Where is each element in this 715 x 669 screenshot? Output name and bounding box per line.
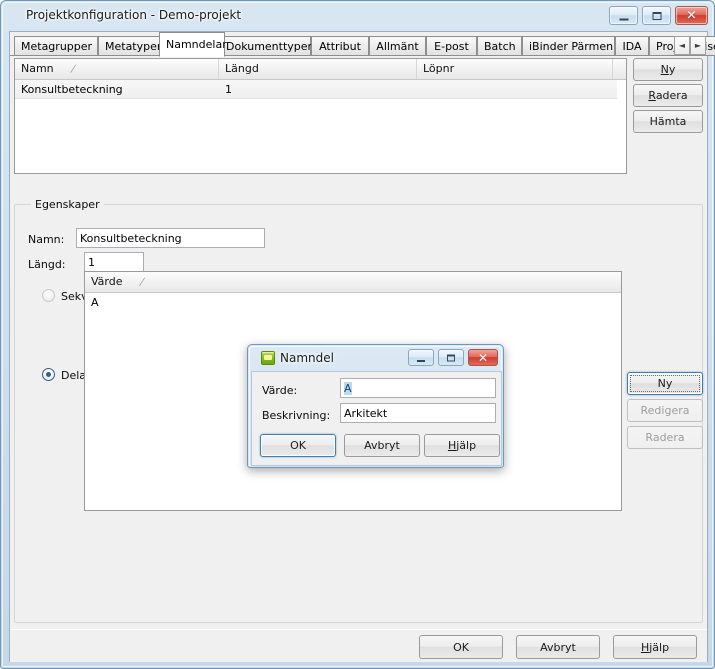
tab-namndelar[interactable]: Namndelar xyxy=(159,32,227,57)
dialog-varde-input[interactable]: A xyxy=(340,378,496,398)
maximize-button[interactable] xyxy=(642,6,671,25)
radera-button[interactable]: Radera xyxy=(633,84,703,107)
list-header: Namn / Längd Löpnr xyxy=(15,59,626,80)
ny-accel: N xyxy=(660,63,669,76)
tab-label: Batch xyxy=(484,40,516,53)
tab-ida[interactable]: IDA xyxy=(615,36,649,56)
close-button[interactable]: ✕ xyxy=(675,6,708,25)
chevron-left-icon: ◄ xyxy=(678,40,686,50)
delar-ny-button[interactable]: Ny xyxy=(627,372,703,395)
tab-label: Attribut xyxy=(319,40,361,53)
delar-radio[interactable] xyxy=(42,368,55,381)
column-label: Värde xyxy=(91,275,123,288)
namndel-icon xyxy=(261,351,275,365)
namn-label: Namn: xyxy=(28,233,65,246)
ny-rest: y xyxy=(668,63,676,76)
column-header-lopnr[interactable]: Löpnr xyxy=(417,59,613,79)
tab-label: Metatyper xyxy=(105,40,162,53)
tab-scroll-left-button[interactable]: ◄ xyxy=(674,36,690,55)
column-header-filler xyxy=(613,59,626,79)
tab-label: IDA xyxy=(622,40,642,53)
tab-metatyper[interactable]: Metatyper xyxy=(98,36,167,56)
tab-label: Namndelar xyxy=(166,38,227,51)
hjalp-accel: H xyxy=(640,641,650,654)
tab-scroll-right-button[interactable]: ► xyxy=(690,36,706,55)
table-row[interactable]: A xyxy=(85,293,621,312)
cell-varde: A xyxy=(91,296,99,309)
cell-lopnr xyxy=(417,80,613,99)
dialog-close-button[interactable]: ✕ xyxy=(468,349,498,366)
delar-radera-button: Radera xyxy=(627,426,703,449)
table-row[interactable]: Konsultbeteckning 1 xyxy=(15,80,617,99)
chevron-right-icon: ► xyxy=(694,40,702,50)
ok-button[interactable]: OK xyxy=(419,635,503,659)
cell-namn: Konsultbeteckning xyxy=(21,83,123,96)
cell-langd: 1 xyxy=(225,83,232,96)
tab-label: E-post xyxy=(434,40,469,53)
window-title: Projektkonfiguration - Demo-projekt xyxy=(26,8,242,22)
delar-redigera-button: Redigera xyxy=(627,399,703,422)
minimize-icon xyxy=(417,359,425,362)
tab-epost[interactable]: E-post xyxy=(426,36,477,56)
dialog-client-area: Värde: A Beskrivning: Arkitekt OK Avbryt… xyxy=(251,371,502,466)
sort-indicator-icon: / xyxy=(69,64,77,75)
dialog-minimize-button[interactable] xyxy=(408,349,434,366)
column-header-varde[interactable]: Värde / xyxy=(85,272,621,292)
bottom-button-bar: OK Avbryt Hjälp xyxy=(10,630,707,662)
tab-label: Metagrupper xyxy=(21,40,93,53)
avbryt-button[interactable]: Avbryt xyxy=(516,635,600,659)
hjalp-rest: jälp xyxy=(649,641,670,654)
minimize-icon xyxy=(619,17,628,20)
namndel-dialog: Namndel ✕ Värde: A Beskrivning: Arkitekt… xyxy=(247,344,504,468)
tab-label: Allmänt xyxy=(376,40,419,53)
dialog-hjalp-rest: jälp xyxy=(456,439,477,452)
minimize-button[interactable] xyxy=(609,6,638,25)
close-icon: ✕ xyxy=(686,8,697,23)
maximize-icon xyxy=(447,354,455,361)
column-label: Namn xyxy=(21,62,54,75)
namn-input[interactable]: Konsultbeteckning xyxy=(76,228,265,248)
dialog-title: Namndel xyxy=(280,351,334,365)
dialog-ok-label: OK xyxy=(290,439,306,452)
close-icon: ✕ xyxy=(477,350,489,365)
column-label: Längd xyxy=(225,62,259,75)
tab-attribut[interactable]: Attribut xyxy=(311,36,369,56)
hamta-button[interactable]: Hämta xyxy=(633,110,703,133)
column-header-langd[interactable]: Längd xyxy=(219,59,417,79)
dialog-varde-value: A xyxy=(344,382,352,395)
column-label: Löpnr xyxy=(423,62,455,75)
tab-label: iBinder Pärmen xyxy=(529,40,614,53)
radera-rest: adera xyxy=(655,89,688,102)
tab-label: Dokumenttyper xyxy=(226,40,313,53)
langd-input[interactable]: 1 xyxy=(84,252,144,272)
dialog-beskrivning-label: Beskrivning: xyxy=(262,409,331,422)
dialog-varde-label: Värde: xyxy=(262,384,298,397)
tab-batch[interactable]: Batch xyxy=(477,36,522,56)
radera-accel: R xyxy=(648,89,656,102)
dialog-avbryt-button[interactable]: Avbryt xyxy=(344,434,420,457)
hjalp-button[interactable]: Hjälp xyxy=(613,635,697,659)
dialog-hjalp-accel: H xyxy=(447,439,457,452)
focus-rectangle xyxy=(630,375,700,392)
ny-button[interactable]: Ny xyxy=(633,58,703,81)
main-window: Projektkonfiguration - Demo-projekt ✕ Me… xyxy=(0,0,715,669)
maximize-icon xyxy=(652,11,661,20)
langd-label: Längd: xyxy=(28,258,66,271)
tab-dokumenttyper[interactable]: Dokumenttyper xyxy=(219,36,313,56)
column-header-namn[interactable]: Namn / xyxy=(15,59,219,79)
sekvens-radio[interactable] xyxy=(42,289,55,302)
tab-strip: Metagrupper Metatyper Namndelar Dokument… xyxy=(10,32,715,57)
tab-ibinder-parmen[interactable]: iBinder Pärmen xyxy=(522,36,615,56)
tab-metagrupper[interactable]: Metagrupper xyxy=(14,36,98,56)
list-header: Värde / xyxy=(85,272,621,293)
title-bar[interactable]: Projektkonfiguration - Demo-projekt ✕ xyxy=(1,1,715,31)
dialog-hjalp-button[interactable]: Hjälp xyxy=(424,434,500,457)
tab-allmant[interactable]: Allmänt xyxy=(369,36,426,56)
sort-indicator-icon: / xyxy=(138,277,146,288)
groupbox-label: Egenskaper xyxy=(31,198,104,211)
dialog-beskrivning-input[interactable]: Arkitekt xyxy=(340,403,496,423)
dialog-maximize-button[interactable] xyxy=(438,349,464,366)
dialog-ok-button[interactable]: OK xyxy=(260,434,336,457)
namndelar-list[interactable]: Namn / Längd Löpnr Konsultbeteckning 1 xyxy=(14,58,627,174)
